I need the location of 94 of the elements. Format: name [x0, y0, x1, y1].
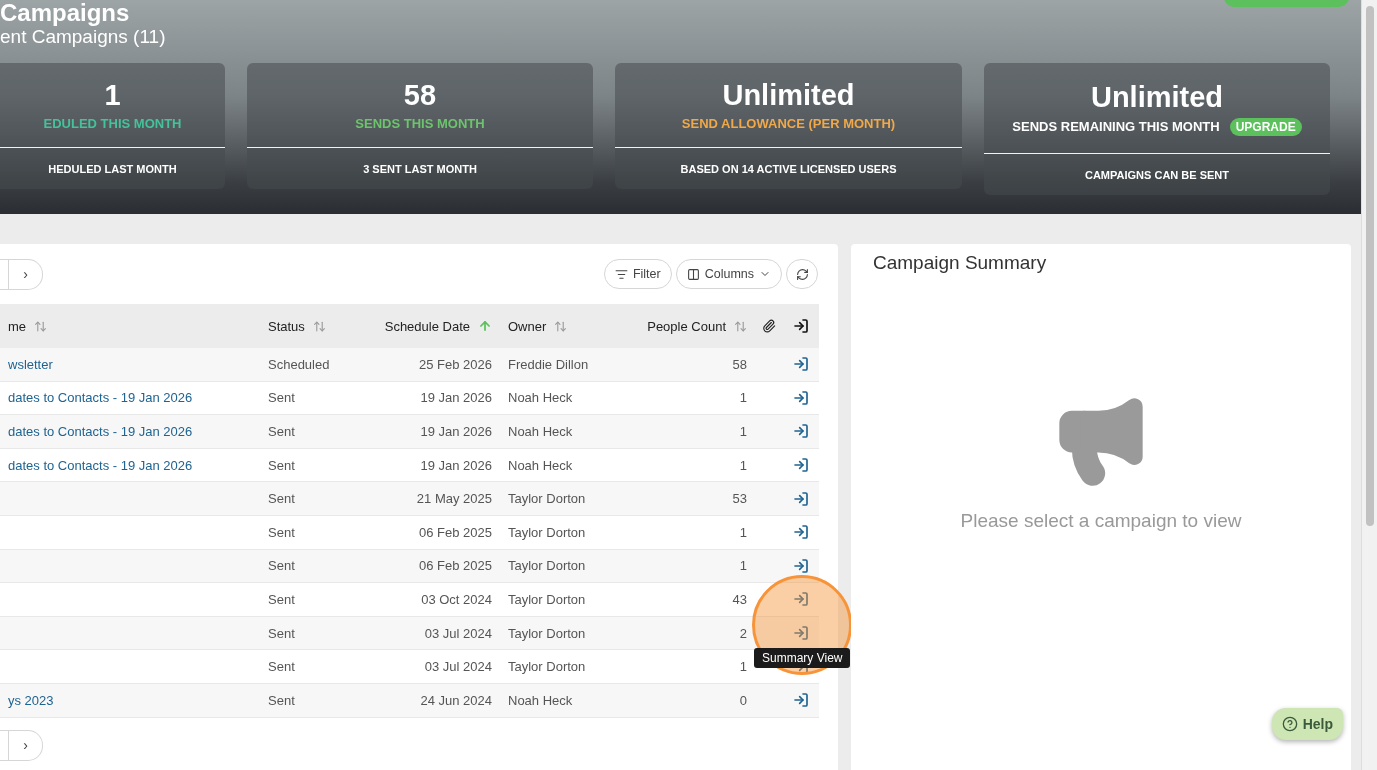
stat-label: SEND ALLOWANCE (PER MONTH) [681, 116, 896, 131]
count-cell-text: 2 [738, 625, 748, 641]
date-cell-text: 21 May 2025 [415, 491, 493, 507]
tooltip: Summary View [754, 648, 851, 668]
enter-icon [793, 318, 809, 334]
date-cell-text: 19 Jan 2026 [419, 390, 493, 406]
owner-cell-text: Taylor Dorton [507, 558, 587, 574]
stat-value: Unlimited [1090, 80, 1224, 114]
stat-value: Unlimited [722, 79, 855, 112]
status-cell-text: Sent [267, 457, 296, 473]
owner-cell-text: Taylor Dorton [507, 591, 587, 607]
date-cell-text: 25 Feb 2026 [418, 356, 493, 372]
count-cell-text: 1 [738, 457, 748, 473]
stat-footer: 3 SENT LAST MONTH [247, 148, 593, 189]
status-cell-text: Sent [267, 625, 296, 641]
campaign-link[interactable]: ys 2023 [0, 692, 260, 708]
campaign-link[interactable]: dates to Contacts - 19 Jan 2026 [0, 390, 260, 406]
summary-view-button[interactable] [793, 457, 809, 474]
count-cell-text: 1 [738, 390, 748, 406]
date-cell-text: 19 Jan 2026 [419, 424, 493, 439]
next-page-button[interactable]: › [9, 730, 42, 760]
status-cell-text: Sent [267, 591, 296, 607]
summary-view-button[interactable] [793, 692, 809, 709]
status-cell-text: Sent [267, 558, 296, 574]
column-header[interactable]: Schedule Date [384, 318, 470, 334]
campaign-link[interactable]: dates to Contacts - 19 Jan 2026 [0, 424, 260, 439]
date-cell-text: 19 Jan 2026 [419, 457, 493, 473]
count-cell-text: 0 [738, 692, 748, 708]
empty-message: Please select a campaign to view [960, 510, 1242, 532]
help-icon [1281, 716, 1298, 732]
scrollbar[interactable] [1361, 0, 1377, 770]
summary-view-button[interactable] [793, 423, 809, 440]
stat-footer: BASED ON 14 ACTIVE LICENSED USERS [615, 148, 962, 189]
stat-label: EDULED THIS MONTH [43, 116, 182, 131]
owner-cell-text: Taylor Dorton [507, 491, 587, 507]
summary-view-button[interactable] [793, 356, 809, 373]
summary-view-button[interactable] [793, 625, 809, 642]
page-title: Campaigns [0, 0, 130, 26]
owner-cell-text: Freddie Dillon [507, 356, 590, 372]
status-cell-text: Sent [267, 424, 296, 439]
page-subtitle: ent Campaigns (11) [0, 26, 167, 49]
columns-icon [686, 267, 700, 281]
filter-icon [614, 267, 628, 281]
count-cell-text: 1 [738, 524, 748, 540]
date-cell-text: 03 Jul 2024 [423, 659, 493, 675]
refresh-icon [795, 267, 809, 281]
date-cell-text: 06 Feb 2025 [418, 558, 493, 574]
column-header[interactable]: People Count [647, 318, 726, 334]
status-cell-text: Sent [267, 524, 296, 540]
date-cell-text: 06 Feb 2025 [418, 524, 493, 540]
owner-cell-text: Taylor Dorton [507, 524, 587, 540]
status-cell-text: Sent [267, 692, 296, 708]
owner-cell-text: Taylor Dorton [507, 659, 587, 675]
filter-button[interactable]: Filter [603, 259, 672, 289]
stat-label: SENDS THIS MONTH [355, 116, 485, 131]
campaign-link[interactable]: dates to Contacts - 19 Jan 2026 [0, 457, 260, 473]
date-cell-text: 24 Jun 2024 [419, 692, 493, 708]
count-cell-text: 1 [738, 558, 748, 574]
count-cell-text: 43 [731, 591, 748, 607]
column-header[interactable]: me [8, 318, 27, 334]
summary-view-button[interactable] [793, 591, 809, 608]
stat-footer: HEDULED LAST MONTH [0, 148, 225, 189]
stat-label: SENDS REMAINING THIS MONTH [1012, 119, 1220, 134]
summary-view-button[interactable] [793, 490, 809, 507]
stat-value: 58 [403, 79, 437, 112]
owner-cell-text: Noah Heck [507, 390, 574, 406]
count-cell-text: 1 [738, 659, 748, 675]
paperclip-icon [762, 319, 776, 333]
summary-view-button[interactable] [793, 389, 809, 406]
stat-value: 1 [104, 79, 121, 112]
column-header[interactable]: Owner [508, 318, 547, 334]
status-cell-text: Sent [267, 491, 296, 507]
campaign-link[interactable]: wsletter [0, 356, 260, 372]
date-cell-text: 03 Jul 2024 [423, 625, 493, 641]
summary-view-button[interactable] [793, 524, 809, 541]
owner-cell-text: Noah Heck [507, 457, 574, 473]
status-cell-text: Scheduled [267, 356, 331, 372]
summary-view-button[interactable] [793, 557, 809, 574]
owner-cell-text: Noah Heck [507, 692, 574, 708]
stat-footer: CAMPAIGNS CAN BE SENT [984, 154, 1330, 195]
count-cell-text: 53 [731, 491, 748, 507]
next-page-button[interactable]: › [9, 259, 42, 289]
panel-title: Campaign Summary [872, 251, 1048, 275]
refresh-button[interactable] [786, 259, 818, 289]
help-button[interactable]: Help [1271, 708, 1343, 740]
owner-cell-text: Taylor Dorton [507, 625, 587, 641]
status-cell-text: Sent [267, 659, 296, 675]
owner-cell-text: Noah Heck [507, 424, 574, 439]
count-cell-text: 1 [738, 424, 748, 439]
column-header[interactable]: Status [268, 318, 305, 334]
columns-button[interactable]: Columns [675, 259, 782, 289]
status-cell-text: Sent [267, 390, 296, 406]
count-cell-text: 58 [731, 356, 748, 372]
date-cell-text: 03 Oct 2024 [420, 591, 493, 607]
